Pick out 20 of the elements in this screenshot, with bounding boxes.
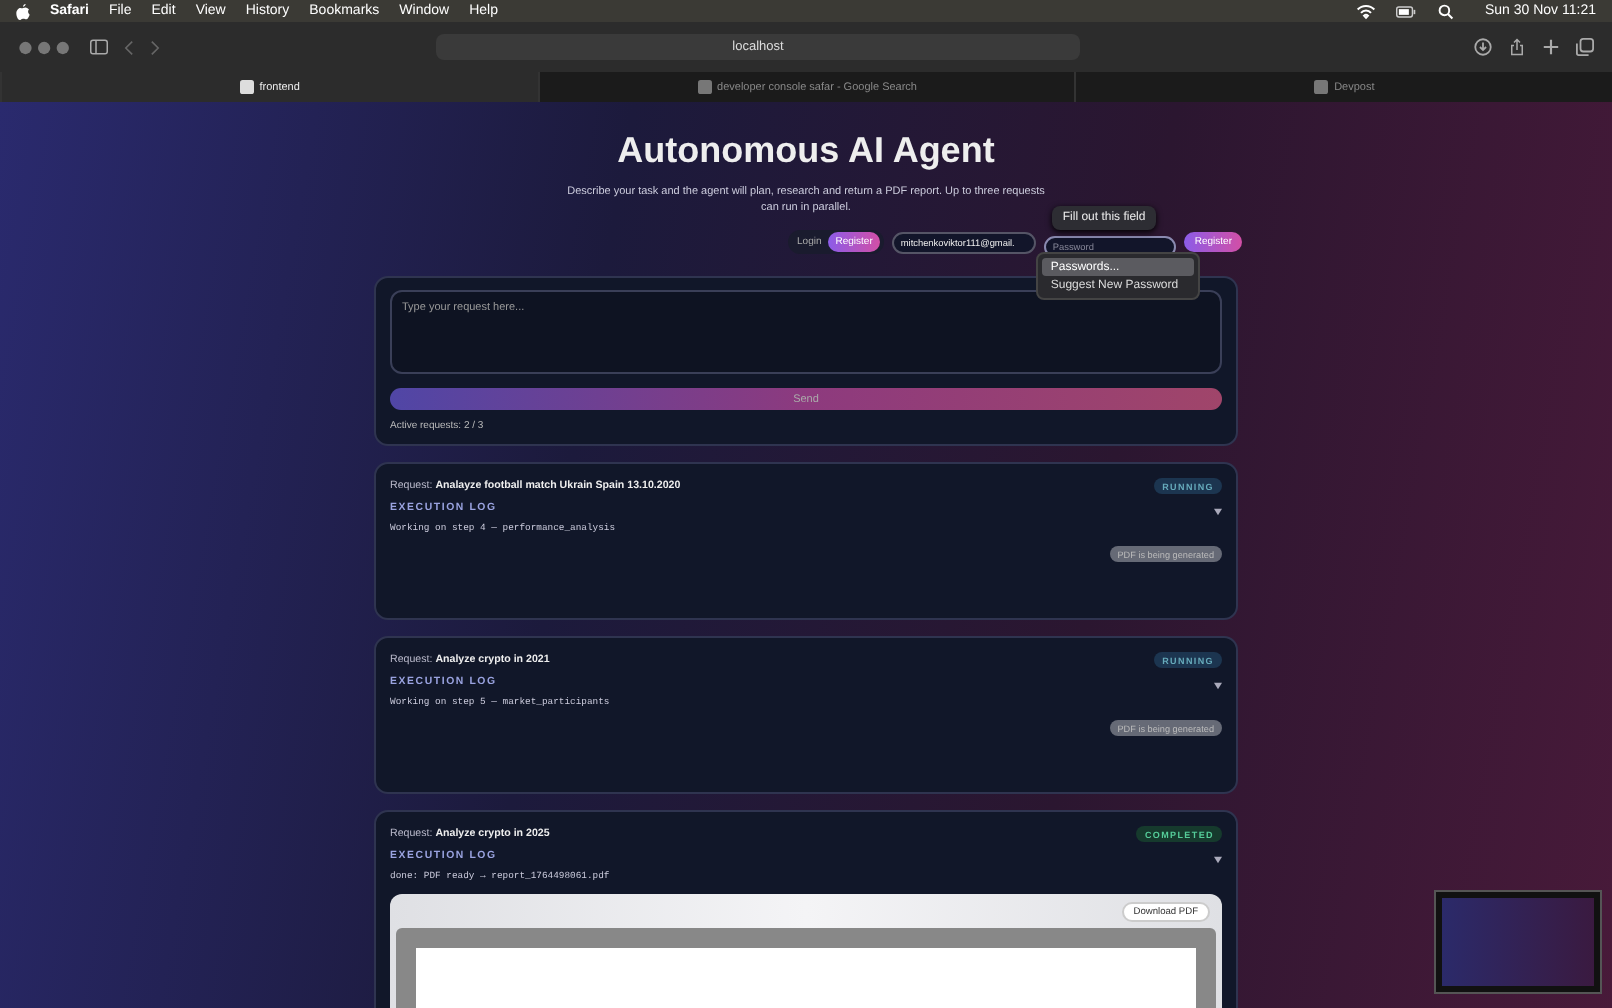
caret-icon[interactable] [1214,508,1222,516]
favicon-icon [697,80,712,94]
download-icon[interactable] [1474,38,1492,56]
window-controls-icon[interactable] [18,39,74,55]
screenshot-thumbnail[interactable] [1434,890,1602,994]
wifi-icon[interactable] [1356,3,1377,19]
caret-icon[interactable] [1214,856,1222,864]
page-title: Autonomous AI Agent [617,130,995,172]
favicon-icon [239,80,254,94]
forward-icon[interactable] [150,39,160,55]
favicon-icon [1314,80,1329,94]
caret-icon[interactable] [1214,682,1222,690]
back-icon[interactable] [124,39,134,55]
new-tab-icon[interactable] [1542,38,1560,56]
tab-overview-icon[interactable] [1576,38,1594,56]
sidebar-icon[interactable] [90,38,108,56]
share-icon[interactable] [1508,38,1526,56]
apple-logo-icon[interactable] [16,3,30,19]
search-icon[interactable] [1436,3,1457,19]
battery-icon[interactable] [1396,3,1417,19]
